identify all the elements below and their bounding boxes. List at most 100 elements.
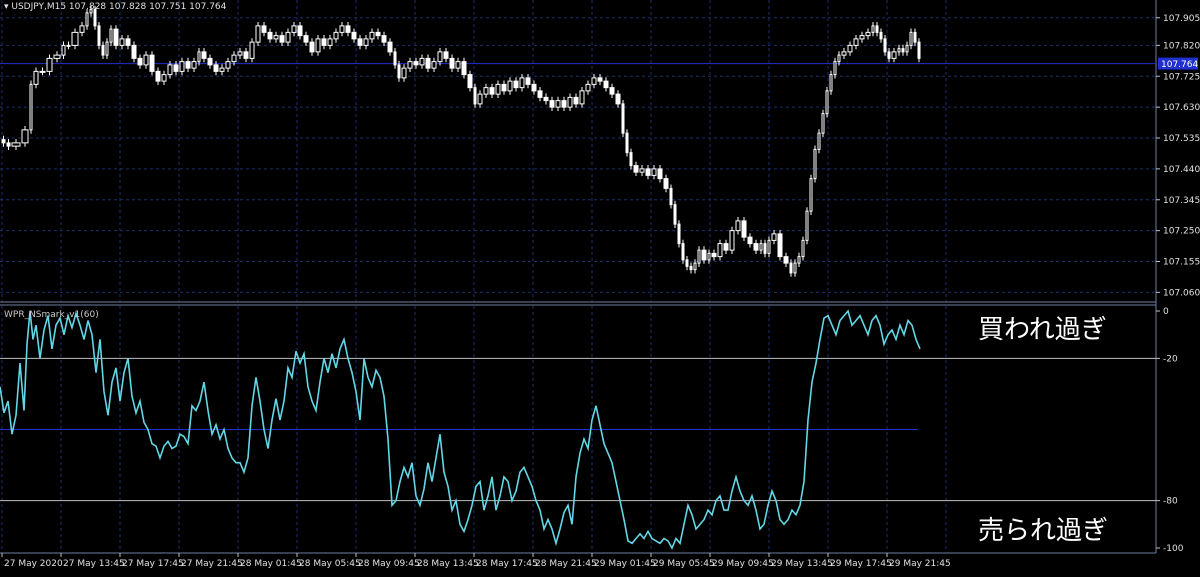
candle-body xyxy=(315,38,321,53)
overbought-annotation: 買われ過ぎ xyxy=(972,313,1113,347)
candle-body xyxy=(297,25,303,37)
candle-body xyxy=(387,41,393,53)
candle-body xyxy=(837,54,841,63)
candle-body xyxy=(821,113,825,134)
time-tick-label: 27 May 21:45 xyxy=(181,559,243,569)
candle-body xyxy=(615,93,621,105)
price-tick-label: 107.345 xyxy=(1163,196,1200,206)
candle-body xyxy=(443,51,449,59)
wpr-tick-label: -80 xyxy=(1163,497,1178,507)
candle-body xyxy=(767,239,771,254)
candle-body xyxy=(231,54,237,63)
candle-body xyxy=(369,31,375,40)
candle-body xyxy=(309,41,315,53)
candle-body xyxy=(97,25,101,46)
candle-body xyxy=(573,96,579,105)
candle-body xyxy=(723,243,729,251)
candle-body xyxy=(621,103,625,134)
candle-body xyxy=(717,243,723,258)
candle-body xyxy=(685,259,689,267)
candle-body xyxy=(871,25,875,33)
candle-body xyxy=(561,100,567,108)
candle-body xyxy=(291,25,297,33)
candle-body xyxy=(741,220,747,238)
candle-body xyxy=(243,51,249,59)
candle-body xyxy=(357,38,363,46)
candle-body xyxy=(461,61,467,76)
candle-body xyxy=(495,83,501,95)
candle-body xyxy=(327,38,333,46)
candle-body xyxy=(707,252,711,261)
candle-body xyxy=(191,61,197,69)
candle-body xyxy=(33,70,39,85)
candle-body xyxy=(639,168,645,173)
candle-body xyxy=(651,168,657,176)
candle-body xyxy=(1,139,6,144)
candle-body xyxy=(93,9,97,27)
candle-body xyxy=(339,25,345,33)
candle-body xyxy=(729,230,735,251)
time-tick-label: 29 May 09:45 xyxy=(712,559,774,569)
candle-body xyxy=(753,243,759,251)
price-tick-label: 107.905 xyxy=(1163,14,1200,24)
candle-body xyxy=(261,25,267,33)
candle-body xyxy=(321,38,327,46)
candle-body xyxy=(519,77,525,89)
candle-body xyxy=(793,262,797,274)
candle-body xyxy=(255,25,261,43)
candle-body xyxy=(419,57,425,66)
candle-body xyxy=(477,93,483,105)
time-tick-label: 29 May 01:45 xyxy=(594,559,656,569)
candle-body xyxy=(401,67,407,79)
candle-body xyxy=(483,87,489,95)
time-tick-label: 28 May 17:45 xyxy=(476,559,538,569)
candle-body xyxy=(407,61,413,69)
candle-body xyxy=(237,51,243,56)
candle-body xyxy=(677,223,681,245)
candle-body xyxy=(525,77,531,85)
candle-body xyxy=(249,41,255,59)
candle-body xyxy=(513,80,519,89)
candle-body xyxy=(201,51,207,59)
candle-body xyxy=(809,178,813,212)
oversold-annotation: 売られ過ぎ xyxy=(972,514,1115,548)
candle-body xyxy=(137,57,143,66)
price-tick-label: 107.155 xyxy=(1163,258,1200,268)
candle-body xyxy=(173,64,179,72)
candle-body xyxy=(681,243,685,261)
candle-body xyxy=(425,57,431,69)
candle-body xyxy=(763,243,767,254)
candle-body xyxy=(805,210,809,241)
chart-window: ▾ USDJPY,M15 107.828 107.828 107.751 107… xyxy=(0,0,1200,573)
candle-body xyxy=(105,41,109,56)
candle-body xyxy=(789,262,793,274)
candle-body xyxy=(777,233,783,258)
candle-body xyxy=(113,28,119,46)
candle-body xyxy=(66,44,71,47)
candle-body xyxy=(39,70,46,73)
candle-body xyxy=(797,256,801,264)
candle-body xyxy=(303,35,309,43)
candle-body xyxy=(859,35,865,40)
candle-body xyxy=(351,31,357,40)
candle-body xyxy=(897,48,901,53)
candle-body xyxy=(6,142,11,147)
candle-body xyxy=(449,57,455,69)
candle-body xyxy=(591,77,597,85)
time-tick-label: 29 May 17:45 xyxy=(830,559,892,569)
candle-body xyxy=(531,83,537,92)
wpr-tick-label: 0 xyxy=(1163,307,1169,317)
candle-body xyxy=(53,54,61,59)
candle-body xyxy=(131,44,137,59)
candle-body xyxy=(455,61,461,69)
candle-body xyxy=(555,100,561,108)
candle-body xyxy=(817,132,821,150)
time-tick-label: 29 May 05:45 xyxy=(653,559,715,569)
wpr-tick-label: -100 xyxy=(1163,544,1184,554)
candle-body xyxy=(917,41,921,59)
candle-body xyxy=(333,31,339,40)
candle-body xyxy=(207,57,213,66)
candle-body xyxy=(167,64,173,76)
candle-body xyxy=(629,152,633,167)
candle-body xyxy=(693,262,697,271)
